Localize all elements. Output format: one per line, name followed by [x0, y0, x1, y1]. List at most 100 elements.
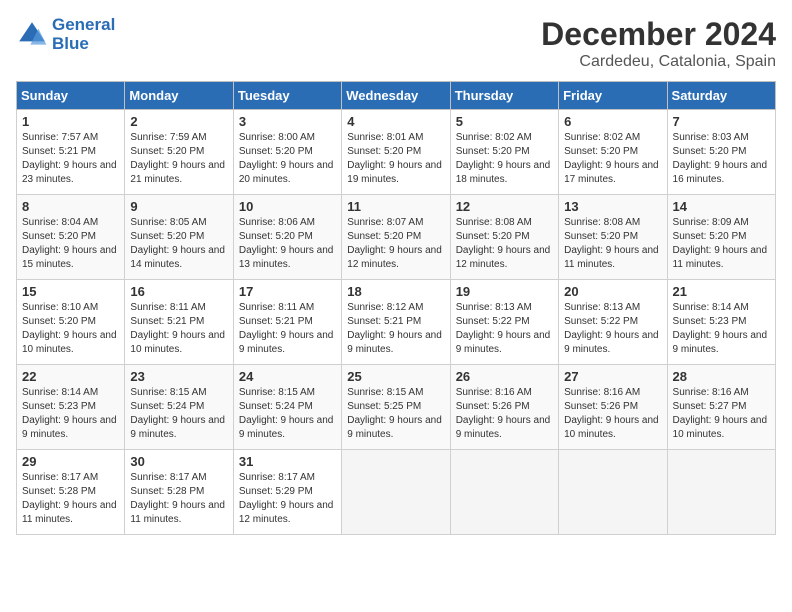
sunset-label: Sunset: 5:20 PM — [22, 231, 96, 242]
sunrise-label: Sunrise: 8:01 AM — [347, 132, 423, 143]
sunrise-label: Sunrise: 8:15 AM — [347, 387, 423, 398]
calendar-cell — [667, 450, 775, 535]
day-info: Sunrise: 8:02 AM Sunset: 5:20 PM Dayligh… — [564, 131, 661, 187]
day-number: 4 — [347, 114, 444, 129]
header: General Blue December 2024 Cardedeu, Cat… — [16, 16, 776, 71]
day-info: Sunrise: 8:09 AM Sunset: 5:20 PM Dayligh… — [673, 216, 770, 272]
calendar-header-row: SundayMondayTuesdayWednesdayThursdayFrid… — [17, 82, 776, 110]
day-number: 20 — [564, 284, 661, 299]
sunrise-label: Sunrise: 8:08 AM — [456, 217, 532, 228]
day-info: Sunrise: 8:16 AM Sunset: 5:26 PM Dayligh… — [564, 386, 661, 442]
day-number: 5 — [456, 114, 553, 129]
sunset-label: Sunset: 5:26 PM — [456, 401, 530, 412]
calendar-cell: 4 Sunrise: 8:01 AM Sunset: 5:20 PM Dayli… — [342, 110, 450, 195]
calendar-cell: 9 Sunrise: 8:05 AM Sunset: 5:20 PM Dayli… — [125, 195, 233, 280]
daylight-label: Daylight: 9 hours and 14 minutes. — [130, 245, 225, 270]
day-info: Sunrise: 8:16 AM Sunset: 5:26 PM Dayligh… — [456, 386, 553, 442]
calendar-cell: 17 Sunrise: 8:11 AM Sunset: 5:21 PM Dayl… — [233, 280, 341, 365]
day-number: 16 — [130, 284, 227, 299]
sunset-label: Sunset: 5:20 PM — [239, 146, 313, 157]
sunrise-label: Sunrise: 8:03 AM — [673, 132, 749, 143]
day-number: 8 — [22, 199, 119, 214]
sunrise-label: Sunrise: 8:10 AM — [22, 302, 98, 313]
sunset-label: Sunset: 5:20 PM — [347, 146, 421, 157]
sunset-label: Sunset: 5:20 PM — [673, 231, 747, 242]
day-info: Sunrise: 8:15 AM Sunset: 5:25 PM Dayligh… — [347, 386, 444, 442]
day-info: Sunrise: 7:59 AM Sunset: 5:20 PM Dayligh… — [130, 131, 227, 187]
day-info: Sunrise: 8:08 AM Sunset: 5:20 PM Dayligh… — [456, 216, 553, 272]
sunset-label: Sunset: 5:29 PM — [239, 486, 313, 497]
day-info: Sunrise: 8:15 AM Sunset: 5:24 PM Dayligh… — [239, 386, 336, 442]
sunrise-label: Sunrise: 8:05 AM — [130, 217, 206, 228]
daylight-label: Daylight: 9 hours and 10 minutes. — [130, 330, 225, 355]
calendar-cell: 25 Sunrise: 8:15 AM Sunset: 5:25 PM Dayl… — [342, 365, 450, 450]
daylight-label: Daylight: 9 hours and 9 minutes. — [239, 415, 334, 440]
sunset-label: Sunset: 5:21 PM — [22, 146, 96, 157]
calendar-cell: 27 Sunrise: 8:16 AM Sunset: 5:26 PM Dayl… — [559, 365, 667, 450]
calendar-week-row: 1 Sunrise: 7:57 AM Sunset: 5:21 PM Dayli… — [17, 110, 776, 195]
daylight-label: Daylight: 9 hours and 9 minutes. — [22, 415, 117, 440]
sunset-label: Sunset: 5:28 PM — [130, 486, 204, 497]
calendar-cell: 18 Sunrise: 8:12 AM Sunset: 5:21 PM Dayl… — [342, 280, 450, 365]
daylight-label: Daylight: 9 hours and 21 minutes. — [130, 160, 225, 185]
day-number: 10 — [239, 199, 336, 214]
sunset-label: Sunset: 5:20 PM — [456, 146, 530, 157]
day-number: 26 — [456, 369, 553, 384]
day-info: Sunrise: 8:07 AM Sunset: 5:20 PM Dayligh… — [347, 216, 444, 272]
sunset-label: Sunset: 5:20 PM — [564, 146, 638, 157]
sunrise-label: Sunrise: 8:09 AM — [673, 217, 749, 228]
sunset-label: Sunset: 5:20 PM — [130, 231, 204, 242]
daylight-label: Daylight: 9 hours and 11 minutes. — [22, 500, 117, 525]
day-info: Sunrise: 8:14 AM Sunset: 5:23 PM Dayligh… — [22, 386, 119, 442]
calendar-cell: 11 Sunrise: 8:07 AM Sunset: 5:20 PM Dayl… — [342, 195, 450, 280]
calendar-cell: 12 Sunrise: 8:08 AM Sunset: 5:20 PM Dayl… — [450, 195, 558, 280]
daylight-label: Daylight: 9 hours and 11 minutes. — [130, 500, 225, 525]
sunset-label: Sunset: 5:26 PM — [564, 401, 638, 412]
daylight-label: Daylight: 9 hours and 12 minutes. — [347, 245, 442, 270]
sunrise-label: Sunrise: 7:57 AM — [22, 132, 98, 143]
sunrise-label: Sunrise: 8:16 AM — [456, 387, 532, 398]
sunrise-label: Sunrise: 8:16 AM — [564, 387, 640, 398]
daylight-label: Daylight: 9 hours and 9 minutes. — [130, 415, 225, 440]
location-title: Cardedeu, Catalonia, Spain — [541, 53, 776, 71]
calendar-week-row: 29 Sunrise: 8:17 AM Sunset: 5:28 PM Dayl… — [17, 450, 776, 535]
day-info: Sunrise: 8:02 AM Sunset: 5:20 PM Dayligh… — [456, 131, 553, 187]
day-info: Sunrise: 8:11 AM Sunset: 5:21 PM Dayligh… — [239, 301, 336, 357]
day-number: 13 — [564, 199, 661, 214]
day-number: 2 — [130, 114, 227, 129]
sunrise-label: Sunrise: 8:17 AM — [130, 472, 206, 483]
daylight-label: Daylight: 9 hours and 9 minutes. — [347, 415, 442, 440]
sunset-label: Sunset: 5:23 PM — [22, 401, 96, 412]
sunrise-label: Sunrise: 8:04 AM — [22, 217, 98, 228]
sunrise-label: Sunrise: 8:16 AM — [673, 387, 749, 398]
daylight-label: Daylight: 9 hours and 9 minutes. — [673, 330, 768, 355]
daylight-label: Daylight: 9 hours and 9 minutes. — [347, 330, 442, 355]
sunrise-label: Sunrise: 8:13 AM — [564, 302, 640, 313]
day-info: Sunrise: 8:15 AM Sunset: 5:24 PM Dayligh… — [130, 386, 227, 442]
logo: General Blue — [16, 16, 115, 53]
daylight-label: Daylight: 9 hours and 11 minutes. — [673, 245, 768, 270]
sunrise-label: Sunrise: 8:11 AM — [130, 302, 205, 313]
day-info: Sunrise: 8:08 AM Sunset: 5:20 PM Dayligh… — [564, 216, 661, 272]
calendar-week-row: 22 Sunrise: 8:14 AM Sunset: 5:23 PM Dayl… — [17, 365, 776, 450]
day-info: Sunrise: 8:10 AM Sunset: 5:20 PM Dayligh… — [22, 301, 119, 357]
sunset-label: Sunset: 5:27 PM — [673, 401, 747, 412]
day-info: Sunrise: 8:17 AM Sunset: 5:28 PM Dayligh… — [130, 471, 227, 527]
calendar-cell: 2 Sunrise: 7:59 AM Sunset: 5:20 PM Dayli… — [125, 110, 233, 195]
day-number: 6 — [564, 114, 661, 129]
daylight-label: Daylight: 9 hours and 19 minutes. — [347, 160, 442, 185]
day-info: Sunrise: 8:12 AM Sunset: 5:21 PM Dayligh… — [347, 301, 444, 357]
sunset-label: Sunset: 5:20 PM — [673, 146, 747, 157]
sunset-label: Sunset: 5:20 PM — [564, 231, 638, 242]
sunset-label: Sunset: 5:24 PM — [130, 401, 204, 412]
calendar-cell: 29 Sunrise: 8:17 AM Sunset: 5:28 PM Dayl… — [17, 450, 125, 535]
sunrise-label: Sunrise: 8:12 AM — [347, 302, 423, 313]
calendar-cell: 28 Sunrise: 8:16 AM Sunset: 5:27 PM Dayl… — [667, 365, 775, 450]
day-info: Sunrise: 8:17 AM Sunset: 5:28 PM Dayligh… — [22, 471, 119, 527]
calendar-cell: 5 Sunrise: 8:02 AM Sunset: 5:20 PM Dayli… — [450, 110, 558, 195]
calendar-cell: 31 Sunrise: 8:17 AM Sunset: 5:29 PM Dayl… — [233, 450, 341, 535]
day-number: 30 — [130, 454, 227, 469]
calendar-cell: 15 Sunrise: 8:10 AM Sunset: 5:20 PM Dayl… — [17, 280, 125, 365]
daylight-label: Daylight: 9 hours and 10 minutes. — [673, 415, 768, 440]
sunset-label: Sunset: 5:20 PM — [22, 316, 96, 327]
